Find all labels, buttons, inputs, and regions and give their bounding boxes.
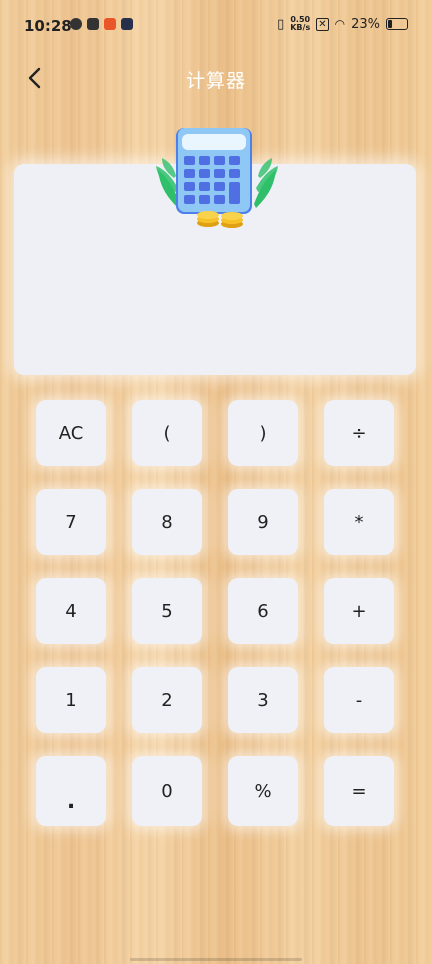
key-label: + <box>351 600 367 622</box>
key-label: = <box>351 780 367 802</box>
vibrate-icon: ▯ <box>277 16 285 32</box>
net-speed: 0.50 KB/s <box>290 16 310 32</box>
key-label: 0 <box>161 780 173 802</box>
wifi-icon: ◠ <box>334 17 346 31</box>
key-0[interactable]: 0 <box>132 756 202 826</box>
key-minus[interactable]: - <box>324 667 394 733</box>
key-label: ) <box>259 422 267 444</box>
calculator-illustration <box>156 126 280 230</box>
key-label: 6 <box>257 600 269 622</box>
key-label: ( <box>163 422 171 444</box>
key-1[interactable]: 1 <box>36 667 106 733</box>
key-label: % <box>254 780 272 802</box>
key-4[interactable]: 4 <box>36 578 106 644</box>
key-label: AC <box>58 422 84 444</box>
home-indicator[interactable] <box>130 958 302 961</box>
key-6[interactable]: 6 <box>228 578 298 644</box>
key-open-paren[interactable]: ( <box>132 400 202 466</box>
no-sim-icon: ✕ <box>316 17 329 31</box>
notification-icons <box>70 18 133 30</box>
key-5[interactable]: 5 <box>132 578 202 644</box>
key-label: * <box>354 511 364 533</box>
battery-icon <box>386 18 408 30</box>
status-right: ▯ 0.50 KB/s ✕ ◠ 23% <box>277 16 408 32</box>
key-7[interactable]: 7 <box>36 489 106 555</box>
key-label: . <box>66 788 76 814</box>
app-notification-icon-2 <box>104 18 116 30</box>
key-label: - <box>355 689 363 711</box>
key-multiply[interactable]: * <box>324 489 394 555</box>
key-2[interactable]: 2 <box>132 667 202 733</box>
key-label: 1 <box>65 689 77 711</box>
key-3[interactable]: 3 <box>228 667 298 733</box>
key-label: 4 <box>65 600 77 622</box>
key-label: 2 <box>161 689 173 711</box>
key-close-paren[interactable]: ) <box>228 400 298 466</box>
app-notification-icon <box>70 18 82 30</box>
key-8[interactable]: 8 <box>132 489 202 555</box>
page-title: 计算器 <box>185 70 246 92</box>
net-speed-unit: KB/s <box>290 23 311 32</box>
key-divide[interactable]: ÷ <box>324 400 394 466</box>
status-time: 10:28 <box>24 17 72 35</box>
key-equals[interactable]: = <box>324 756 394 826</box>
battery-level: 23% <box>351 16 380 32</box>
key-ac[interactable]: AC <box>36 400 106 466</box>
key-label: 5 <box>161 600 173 622</box>
key-label: 7 <box>65 511 77 533</box>
key-percent[interactable]: % <box>228 756 298 826</box>
key-9[interactable]: 9 <box>228 489 298 555</box>
key-label: 9 <box>257 511 269 533</box>
key-decimal[interactable]: . <box>36 756 106 826</box>
key-label: 3 <box>257 689 269 711</box>
key-plus[interactable]: + <box>324 578 394 644</box>
status-bar: 10:28 ▯ 0.50 KB/s ✕ ◠ 23% <box>0 0 432 50</box>
key-label: ÷ <box>351 422 367 444</box>
mail-notification-icon <box>87 18 99 30</box>
key-label: 8 <box>161 511 173 533</box>
play-notification-icon <box>121 18 133 30</box>
